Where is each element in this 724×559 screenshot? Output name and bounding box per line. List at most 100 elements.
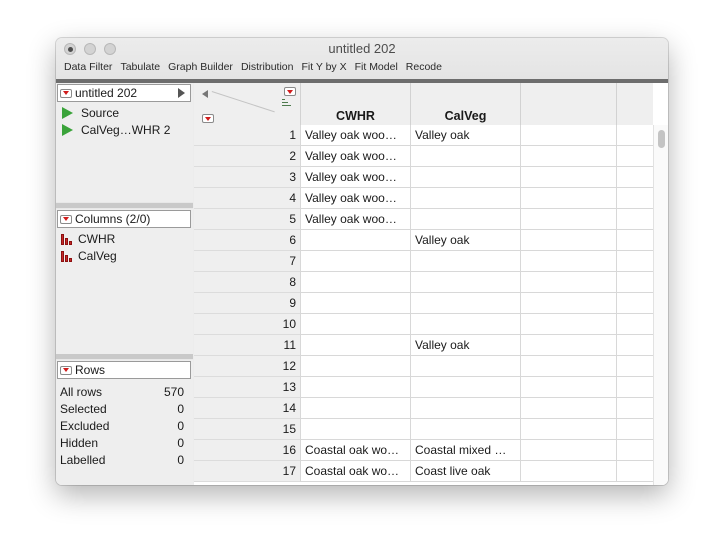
row-number[interactable]: 15 (194, 419, 300, 440)
cell-empty[interactable] (520, 188, 616, 209)
cell-calveg[interactable] (410, 293, 520, 314)
cell-empty[interactable] (616, 356, 653, 377)
cell-calveg[interactable] (410, 419, 520, 440)
cell-empty[interactable] (520, 230, 616, 251)
row-number[interactable]: 12 (194, 356, 300, 377)
cell-empty[interactable] (616, 419, 653, 440)
distribution-button[interactable]: Distribution (241, 61, 294, 73)
columns-panel-header[interactable]: Columns (2/0) (57, 210, 191, 228)
cell-cwhr[interactable] (300, 293, 410, 314)
graph-builder-button[interactable]: Graph Builder (168, 61, 233, 73)
collapse-left-icon[interactable] (202, 90, 208, 98)
cell-calveg[interactable] (410, 398, 520, 419)
column-header-empty[interactable] (520, 83, 616, 125)
cell-empty[interactable] (616, 230, 653, 251)
cell-empty[interactable] (520, 209, 616, 230)
cell-calveg[interactable] (410, 251, 520, 272)
column-item-calveg[interactable]: CalVeg (61, 249, 117, 263)
table-script-calveg[interactable]: CalVeg…WHR 2 (62, 123, 170, 137)
cell-empty[interactable] (520, 461, 616, 482)
fit-y-by-x-button[interactable]: Fit Y by X (301, 61, 346, 73)
cell-empty[interactable] (520, 167, 616, 188)
cell-empty[interactable] (616, 398, 653, 419)
row-number[interactable]: 5 (194, 209, 300, 230)
row-number[interactable]: 2 (194, 146, 300, 167)
cell-calveg[interactable] (410, 377, 520, 398)
row-number[interactable]: 7 (194, 251, 300, 272)
cell-calveg[interactable]: Valley oak (410, 230, 520, 251)
red-triangle-menu-icon[interactable] (60, 88, 72, 98)
table-panel-header[interactable]: untitled 202 (57, 84, 191, 102)
row-number[interactable]: 3 (194, 167, 300, 188)
data-filter-button[interactable]: Data Filter (64, 61, 112, 73)
cell-empty[interactable] (616, 125, 653, 146)
row-number[interactable]: 17 (194, 461, 300, 482)
cell-cwhr[interactable] (300, 356, 410, 377)
cell-empty[interactable] (616, 335, 653, 356)
cell-calveg[interactable] (410, 188, 520, 209)
cell-cwhr[interactable]: Coastal oak wo… (300, 461, 410, 482)
cell-empty[interactable] (616, 377, 653, 398)
row-number[interactable]: 13 (194, 377, 300, 398)
cell-cwhr[interactable] (300, 377, 410, 398)
column-header-cwhr[interactable]: CWHR (300, 83, 410, 125)
cell-cwhr[interactable]: Valley oak woo… (300, 125, 410, 146)
cell-empty[interactable] (616, 167, 653, 188)
disclosure-arrow-icon[interactable] (178, 88, 185, 98)
cell-cwhr[interactable] (300, 419, 410, 440)
panel-splitter[interactable] (56, 203, 193, 208)
row-red-triangle-icon[interactable] (202, 114, 214, 123)
cell-cwhr[interactable] (300, 230, 410, 251)
cell-empty[interactable] (520, 251, 616, 272)
cell-empty[interactable] (616, 209, 653, 230)
rows-panel-header[interactable]: Rows (57, 361, 191, 379)
row-number[interactable]: 16 (194, 440, 300, 461)
cell-cwhr[interactable]: Valley oak woo… (300, 167, 410, 188)
cell-empty[interactable] (616, 272, 653, 293)
cell-empty[interactable] (616, 188, 653, 209)
column-header-calveg[interactable]: CalVeg (410, 83, 520, 125)
red-triangle-menu-icon[interactable] (60, 365, 72, 375)
table-script-source[interactable]: Source (62, 106, 119, 120)
column-item-cwhr[interactable]: CWHR (61, 232, 115, 246)
cell-empty[interactable] (616, 440, 653, 461)
cell-empty[interactable] (520, 314, 616, 335)
vertical-scrollbar[interactable] (653, 125, 668, 485)
row-number[interactable]: 6 (194, 230, 300, 251)
cell-calveg[interactable]: Valley oak (410, 335, 520, 356)
cell-cwhr[interactable]: Coastal oak wo… (300, 440, 410, 461)
cell-empty[interactable] (520, 272, 616, 293)
cell-cwhr[interactable] (300, 335, 410, 356)
cell-calveg[interactable]: Coastal mixed … (410, 440, 520, 461)
cell-calveg[interactable] (410, 314, 520, 335)
cell-empty[interactable] (520, 335, 616, 356)
cell-calveg[interactable] (410, 209, 520, 230)
cell-empty[interactable] (520, 146, 616, 167)
row-number[interactable]: 14 (194, 398, 300, 419)
row-number[interactable]: 4 (194, 188, 300, 209)
cell-calveg[interactable]: Coast live oak (410, 461, 520, 482)
cell-cwhr[interactable] (300, 272, 410, 293)
row-number[interactable]: 11 (194, 335, 300, 356)
cell-empty[interactable] (520, 398, 616, 419)
row-number[interactable]: 9 (194, 293, 300, 314)
cell-empty[interactable] (616, 293, 653, 314)
data-grid[interactable]: CWHR CalVeg 1 Valley oak woo… Valley oak 2 V… (194, 83, 668, 485)
cell-cwhr[interactable] (300, 398, 410, 419)
row-number[interactable]: 10 (194, 314, 300, 335)
cell-cwhr[interactable] (300, 251, 410, 272)
cell-empty[interactable] (616, 146, 653, 167)
cell-calveg[interactable] (410, 272, 520, 293)
row-number[interactable]: 1 (194, 125, 300, 146)
cell-cwhr[interactable]: Valley oak woo… (300, 188, 410, 209)
scrollbar-thumb[interactable] (658, 130, 665, 148)
cell-cwhr[interactable]: Valley oak woo… (300, 146, 410, 167)
cell-empty[interactable] (616, 314, 653, 335)
panel-splitter[interactable] (56, 354, 193, 359)
cell-empty[interactable] (520, 125, 616, 146)
column-header-empty[interactable] (616, 83, 653, 125)
red-triangle-menu-icon[interactable] (60, 214, 72, 224)
cell-empty[interactable] (616, 461, 653, 482)
cell-calveg[interactable] (410, 146, 520, 167)
column-red-triangle-icon[interactable] (284, 87, 296, 96)
